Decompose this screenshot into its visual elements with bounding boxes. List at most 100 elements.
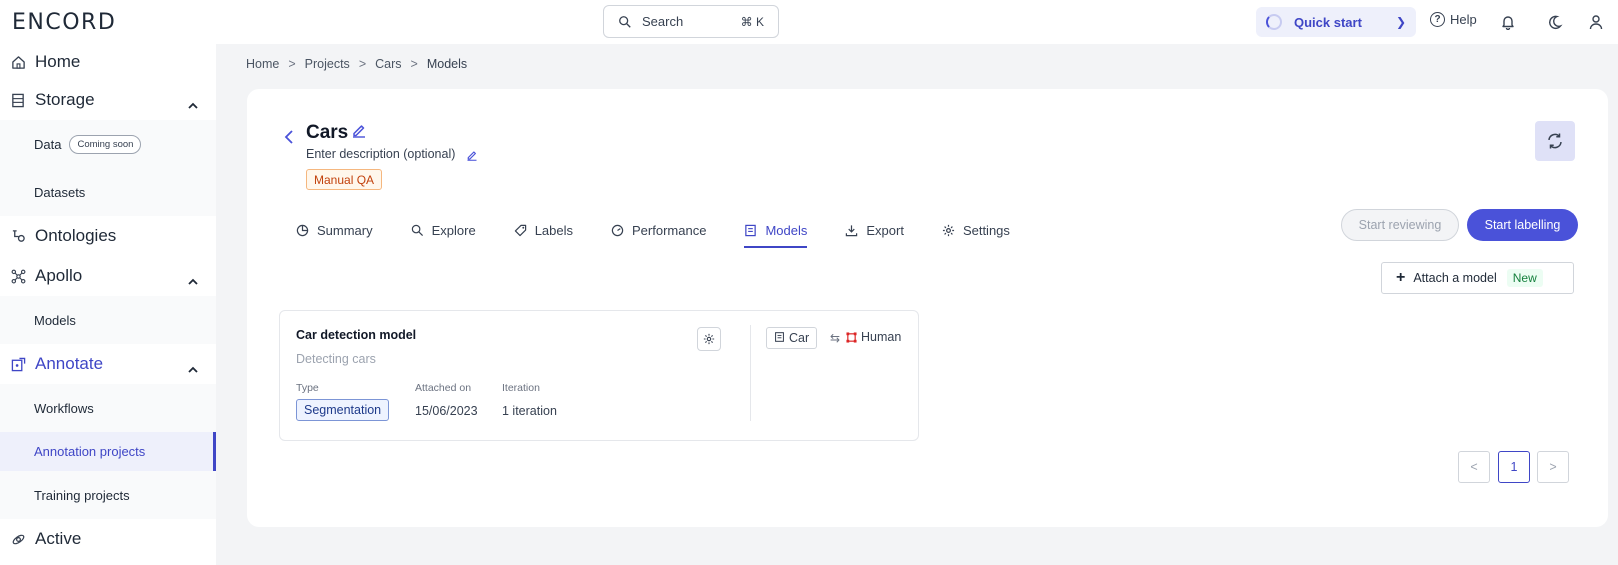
iteration-label: Iteration [502, 382, 540, 394]
top-bar: ENCORD Search ⌘ K Quick start ❯ ? Help [0, 0, 1618, 44]
project-description[interactable]: Enter description (optional) [306, 147, 455, 161]
sidebar-item-storage[interactable]: Storage [0, 82, 216, 118]
polygon-icon [846, 331, 857, 343]
tab-label: Models [765, 222, 808, 238]
coming-soon-badge: Coming soon [69, 134, 142, 154]
back-arrow-icon[interactable] [283, 129, 295, 150]
model-settings-button[interactable] [697, 327, 721, 351]
chevron-up-icon[interactable] [188, 270, 198, 290]
model-card[interactable]: Car detection model Detecting cars Type … [279, 310, 919, 441]
edit-title-icon[interactable] [351, 122, 367, 143]
sidebar-item-workflows[interactable]: Workflows [0, 384, 216, 432]
tab-settings[interactable]: Settings [942, 214, 1010, 246]
annotate-icon [10, 356, 26, 372]
chip-label: Car [789, 331, 810, 345]
tab-performance[interactable]: Performance [611, 214, 706, 246]
refresh-icon [1548, 133, 1562, 149]
sidebar-item-home[interactable]: Home [0, 44, 216, 80]
sidebar-item-annotate[interactable]: Annotate [0, 346, 216, 382]
tab-explore[interactable]: Explore [411, 214, 476, 246]
help-button[interactable]: ? Help [1430, 12, 1477, 27]
ontology-icon [10, 228, 26, 244]
sidebar-item-datasets[interactable]: Datasets [0, 168, 216, 216]
gear-icon [703, 333, 715, 345]
sidebar-item-label: Storage [35, 90, 95, 109]
sidebar-item-training-projects[interactable]: Training projects [0, 471, 216, 519]
breadcrumb-separator: > [288, 57, 296, 71]
search-shortcut: ⌘ K [740, 14, 764, 29]
user-icon[interactable] [1586, 12, 1606, 32]
sidebar-item-data[interactable]: Data Coming soon [0, 120, 216, 168]
tab-label: Export [866, 222, 904, 238]
sidebar-item-label: Apollo [35, 266, 83, 285]
bell-icon[interactable] [1498, 12, 1518, 32]
tab-labels[interactable]: Labels [514, 214, 573, 246]
tag-icon [514, 224, 527, 237]
active-icon [10, 531, 26, 547]
sidebar-item-models[interactable]: Models [0, 296, 216, 344]
chevron-right-icon: ❯ [1395, 15, 1406, 29]
attach-model-button[interactable]: + Attach a model New [1381, 262, 1574, 294]
search-icon [619, 15, 631, 28]
search-icon [411, 224, 424, 237]
model-description: Detecting cars [296, 352, 376, 366]
encord-logo[interactable]: ENCORD [12, 10, 116, 35]
sidebar-item-label: Datasets [34, 184, 86, 200]
breadcrumb-separator: > [410, 57, 418, 71]
type-label: Type [296, 382, 319, 394]
next-page-button[interactable]: > [1537, 451, 1569, 483]
plus-icon: + [1396, 269, 1406, 286]
edit-description-icon[interactable] [466, 148, 478, 166]
breadcrumb-separator: > [358, 57, 367, 71]
sidebar-item-label: Active [35, 529, 82, 548]
swap-arrows-icon: ⇆ [830, 331, 841, 345]
breadcrumb-cars[interactable]: Cars [375, 57, 401, 71]
start-reviewing-button[interactable]: Start reviewing [1341, 209, 1459, 241]
attached-on-value: 15/06/2023 [415, 404, 478, 418]
sidebar-item-apollo[interactable]: Apollo [0, 258, 216, 294]
mapped-class-label: Human [861, 330, 902, 344]
model-title: Car detection model [296, 328, 417, 342]
model-icon [744, 224, 757, 237]
tab-label: Labels [534, 222, 574, 238]
breadcrumb-models: Models [426, 57, 468, 71]
previous-page-button[interactable]: < [1458, 451, 1490, 483]
refresh-button[interactable] [1535, 121, 1575, 161]
ontology-class-chip: Car [766, 327, 818, 349]
quick-start-label: Quick start [1294, 14, 1362, 30]
sidebar-item-label: Ontologies [35, 226, 117, 245]
moon-icon[interactable] [1545, 12, 1565, 32]
sidebar-item-active[interactable]: Active [0, 521, 216, 557]
sidebar-item-ontologies[interactable]: Ontologies [0, 218, 216, 254]
breadcrumb-home[interactable]: Home [246, 57, 279, 71]
tab-export[interactable]: Export [845, 214, 904, 246]
sidebar-item-annotation-projects[interactable]: Annotation projects [0, 432, 216, 471]
progress-ring-icon [1266, 14, 1282, 30]
start-labelling-button[interactable]: Start labelling [1467, 209, 1578, 241]
model-icon [774, 331, 785, 346]
sidebar: Home Storage Data Coming soon Datasets O… [0, 44, 216, 565]
help-label: Help [1450, 12, 1477, 27]
sidebar-item-label: Data [34, 136, 62, 152]
tab-label: Settings [962, 222, 1010, 238]
sidebar-item-label: Annotate [35, 354, 104, 373]
page-1-button[interactable]: 1 [1498, 451, 1530, 483]
divider [750, 325, 751, 421]
tab-summary[interactable]: Summary [296, 214, 373, 246]
sidebar-item-label: Annotation projects [34, 444, 146, 459]
search-button[interactable]: Search ⌘ K [603, 5, 779, 38]
project-tabs: Summary Explore Labels Performance Model… [296, 214, 1048, 248]
sidebar-item-label: Models [34, 312, 76, 328]
tab-label: Performance [632, 222, 707, 238]
question-icon: ? [1430, 12, 1445, 27]
new-badge: New [1506, 269, 1543, 287]
download-icon [845, 224, 858, 237]
chevron-up-icon[interactable] [188, 358, 198, 378]
quick-start-button[interactable]: Quick start ❯ [1256, 7, 1416, 37]
attached-on-label: Attached on [415, 382, 472, 394]
main-content: Home > Projects > Cars > Models Cars Ent… [216, 44, 1618, 565]
chevron-up-icon[interactable] [188, 94, 198, 114]
apollo-icon [10, 268, 26, 284]
tab-models[interactable]: Models [744, 214, 808, 248]
breadcrumb-projects[interactable]: Projects [305, 57, 350, 71]
